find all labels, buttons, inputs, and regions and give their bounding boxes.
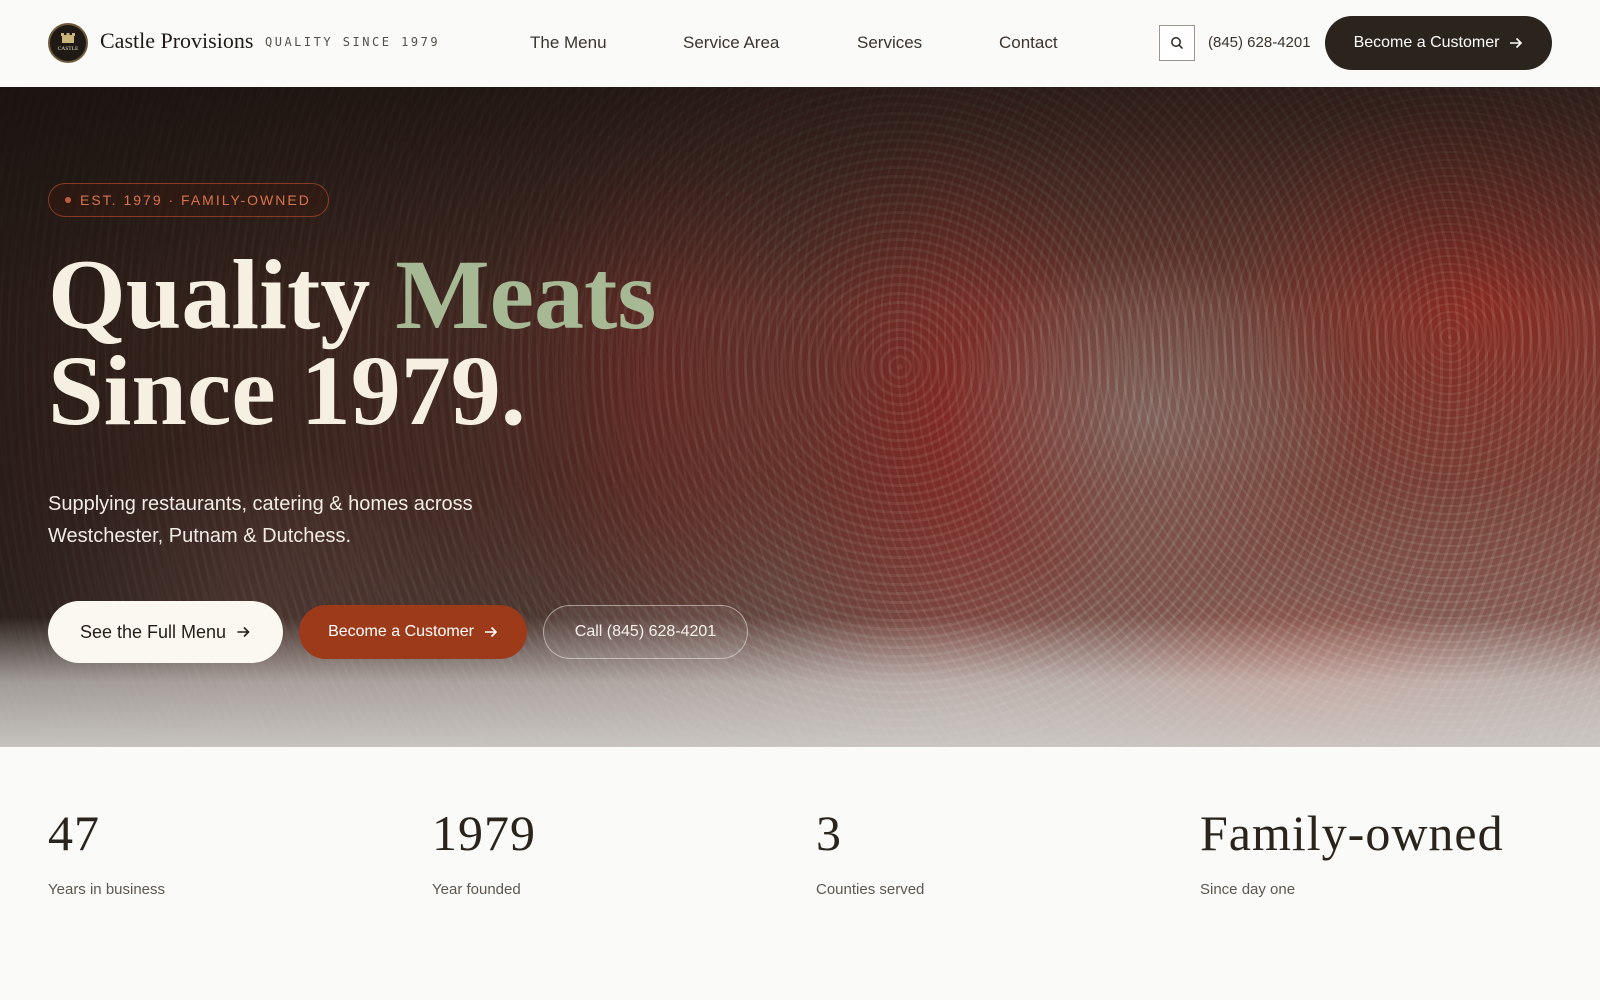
castle-logo[interactable]: CASTLE [48, 23, 88, 63]
search-button[interactable] [1159, 25, 1195, 61]
hero-title-accent: Meats [395, 239, 657, 350]
call-phone-button[interactable]: Call (845) 628-4201 [543, 605, 748, 659]
hero-title-part1: Quality [48, 239, 371, 350]
see-full-menu-button[interactable]: See the Full Menu [48, 601, 283, 663]
stat-label: Year founded [432, 881, 521, 898]
brand-name[interactable]: Castle Provisions [100, 28, 253, 54]
badge-text: EST. 1979 · FAMILY-OWNED [80, 192, 311, 208]
header-cta-label: Become a Customer [1353, 34, 1500, 51]
stat-label: Years in business [48, 881, 166, 898]
stat-value: 3 [816, 805, 842, 861]
badge-dot [65, 197, 71, 203]
site-header: CASTLE Castle Provisions QUALITY SINCE 1… [0, 0, 1600, 87]
arrow-right-icon [1510, 37, 1523, 49]
search-icon [1171, 37, 1184, 50]
header-phone-link[interactable]: (845) 628-4201 [1208, 34, 1311, 51]
hero-become-customer-label: Become a Customer [328, 623, 474, 640]
call-phone-label: Call (845) 628-4201 [574, 623, 717, 640]
arrow-right-icon [237, 626, 250, 638]
hero-become-customer-button[interactable]: Become a Customer [299, 605, 527, 659]
stat-founded: 1979 Year founded [432, 805, 536, 898]
nav-link-menu[interactable]: The Menu [530, 33, 607, 53]
stat-family-owned: Family-owned Since day one [1200, 805, 1504, 898]
stat-label: Counties served [816, 881, 925, 898]
stat-counties: 3 Counties served [816, 805, 924, 898]
nav-link-service-area[interactable]: Service Area [683, 33, 779, 53]
nav-link-services[interactable]: Services [857, 33, 922, 53]
nav-link-contact[interactable]: Contact [999, 33, 1058, 53]
hero-title-line2: Since 1979. [48, 335, 526, 446]
hero-section: EST. 1979 · FAMILY-OWNED Quality Meats S… [0, 87, 1600, 747]
stat-value: 47 [48, 805, 100, 861]
stat-value: 1979 [432, 805, 536, 861]
arrow-right-icon [484, 626, 498, 638]
established-badge: EST. 1979 · FAMILY-OWNED [48, 183, 329, 217]
header-become-customer-button[interactable]: Become a Customer [1325, 16, 1552, 70]
see-full-menu-label: See the Full Menu [79, 621, 227, 642]
hero-title: Quality Meats Since 1979. [48, 245, 656, 441]
stat-value: Family-owned [1200, 805, 1504, 861]
hero-subtitle: Supplying restaurants, catering & homes … [48, 493, 473, 547]
brand-tagline: QUALITY SINCE 1979 [265, 35, 441, 49]
stat-years: 47 Years in business [48, 805, 165, 898]
castle-icon: CASTLE [58, 33, 79, 52]
stat-label: Since day one [1200, 881, 1296, 898]
logo-text: CASTLE [58, 46, 79, 52]
